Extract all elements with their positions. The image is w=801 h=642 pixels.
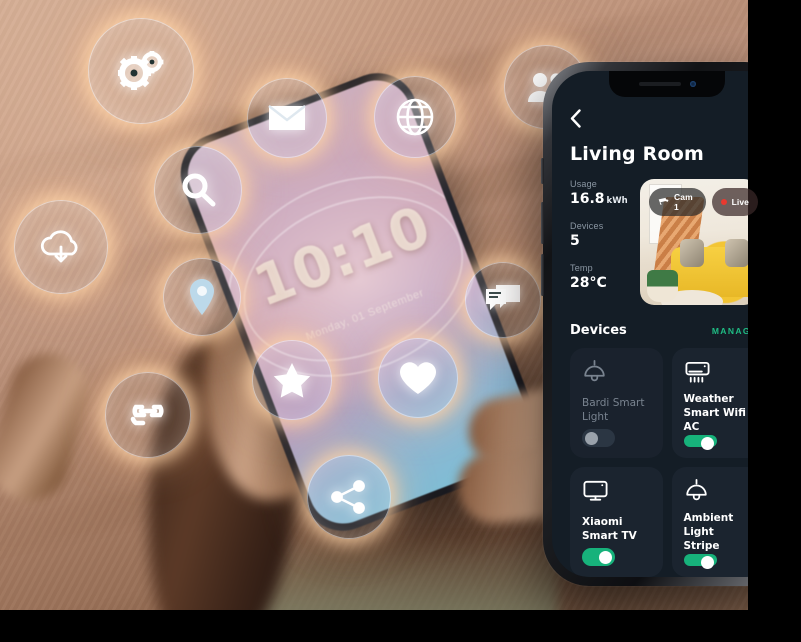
live-dot-icon xyxy=(720,199,727,205)
toggle-knob xyxy=(599,550,612,564)
app-topbar xyxy=(570,105,764,131)
share-nodes-icon xyxy=(307,455,391,539)
chat-bubble-icon xyxy=(465,262,541,338)
device-name: Bardi Smart Light xyxy=(582,397,645,424)
phone-volume-down-button[interactable] xyxy=(541,254,544,296)
device-name: Xiaomi Smart TV xyxy=(582,516,637,543)
camera-scene-pillow xyxy=(680,239,704,268)
device-toggle[interactable] xyxy=(582,429,615,447)
device-card[interactable]: Bardi Smart Light xyxy=(570,348,663,458)
stat-value: 16.8 kWh xyxy=(570,191,628,207)
location-pin-icon xyxy=(163,258,241,336)
bottom-black-strip xyxy=(0,610,801,642)
toggle-knob xyxy=(585,431,598,445)
stat-unit: kWh xyxy=(606,196,628,206)
device-name: Ambient Light Stripe xyxy=(683,512,734,553)
devices-header: Devices MANAGE xyxy=(570,323,764,338)
camera-scene-pillow xyxy=(724,239,749,268)
stat-value: 28°C xyxy=(570,275,628,291)
stat-number: 28°C xyxy=(570,275,607,291)
devices-title: Devices xyxy=(570,323,627,338)
camera-card[interactable]: Cam 1 Live xyxy=(640,179,758,305)
devices-grid: Bardi Smart Light Weather Smart Wifi AC xyxy=(570,348,764,577)
stat-usage: Usage 16.8 kWh xyxy=(570,179,628,207)
camera-carousel[interactable]: Cam 1 Live xyxy=(640,179,764,305)
air-conditioner-icon xyxy=(684,360,753,386)
pendant-lamp-icon xyxy=(684,479,753,505)
search-icon xyxy=(154,146,242,234)
toggle-knob xyxy=(700,556,714,570)
toggle-knob xyxy=(700,437,714,451)
room-summary: Usage 16.8 kWh Devices 5 Temp 28°C Cam 1… xyxy=(570,179,764,305)
heart-icon xyxy=(378,338,458,418)
television-icon xyxy=(582,479,651,509)
camera-live-badge: Live xyxy=(711,188,758,216)
star-icon xyxy=(252,340,332,420)
link-chain-icon xyxy=(105,372,191,458)
camera-badges: Cam 1 Live xyxy=(649,188,758,216)
device-toggle[interactable] xyxy=(582,548,615,566)
front-camera-dot xyxy=(689,81,696,87)
camera-name-label: Cam 1 xyxy=(674,192,693,212)
page-title: Living Room xyxy=(570,143,704,165)
cctv-camera-icon xyxy=(658,197,669,208)
stat-number: 16.8 xyxy=(570,191,605,207)
camera-name-badge: Cam 1 xyxy=(649,188,706,216)
device-card[interactable]: Xiaomi Smart TV xyxy=(570,467,663,577)
stat-label: Temp xyxy=(570,263,593,273)
stat-label: Usage xyxy=(570,179,598,189)
camera-scene-plant xyxy=(647,269,678,303)
stat-label: Devices xyxy=(570,221,604,231)
settings-gears-icon xyxy=(88,18,194,124)
stat-value: 5 xyxy=(570,233,628,249)
stats-column: Usage 16.8 kWh Devices 5 Temp 28°C xyxy=(570,179,628,305)
device-toggle[interactable] xyxy=(683,434,717,451)
device-name: Weather Smart Wifi AC xyxy=(683,393,746,434)
phone-silent-switch[interactable] xyxy=(541,158,544,184)
chevron-left-icon[interactable] xyxy=(570,108,581,128)
stat-temp: Temp 28°C xyxy=(570,263,628,291)
cloud-download-icon xyxy=(14,200,108,294)
stat-devices: Devices 5 xyxy=(570,221,628,249)
earpiece-speaker xyxy=(638,82,681,86)
phone-volume-up-button[interactable] xyxy=(541,202,544,244)
phone-notch xyxy=(609,71,725,97)
device-toggle[interactable] xyxy=(683,553,717,570)
globe-icon xyxy=(374,76,456,158)
camera-live-label: Live xyxy=(731,197,749,207)
screenshot-stage: 10:10 Monday, 01 September Living Room U… xyxy=(0,0,801,642)
pendant-lamp-icon xyxy=(582,360,651,390)
stat-number: 5 xyxy=(570,233,580,249)
right-black-panel xyxy=(748,0,801,642)
mail-envelope-icon xyxy=(247,78,327,158)
